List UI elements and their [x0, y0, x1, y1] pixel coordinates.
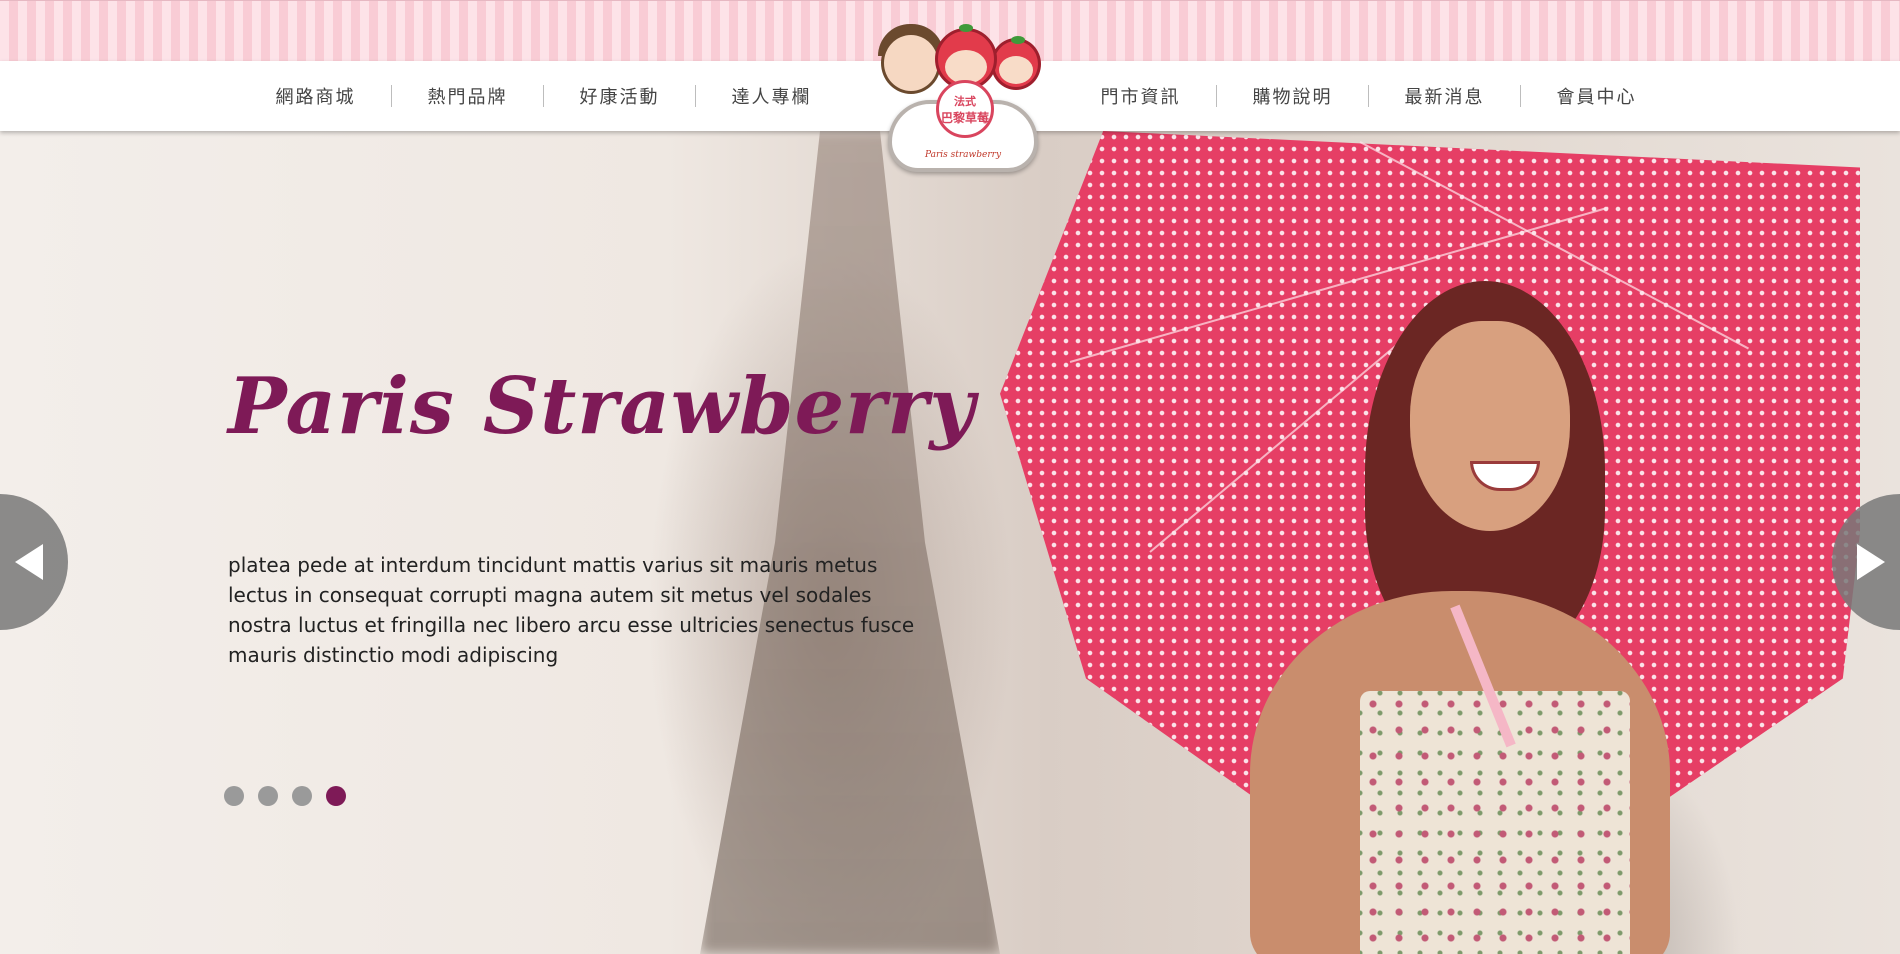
nav-item-expert-column[interactable]: 達人專欄 — [696, 61, 847, 131]
logo-leaf-icon — [1011, 36, 1025, 44]
background-eiffel-tower — [700, 131, 1000, 954]
slide-dot-1[interactable] — [224, 786, 244, 806]
nav-item-label: 熱門品牌 — [427, 87, 508, 108]
logo-character-girl — [881, 32, 941, 94]
nav-left-group: 網路商城 熱門品牌 好康活動 達人專欄 — [240, 61, 847, 131]
nav-item-label: 門市資訊 — [1100, 87, 1181, 108]
logo-character-face — [999, 56, 1033, 84]
nav-item-label: 購物說明 — [1252, 87, 1333, 108]
slide-dot-4-active[interactable] — [326, 786, 346, 806]
logo-leaf-icon — [959, 24, 973, 32]
logo-text-line2: 巴黎草莓 — [940, 110, 989, 125]
model-floral-dress — [1360, 691, 1630, 954]
nav-item-latest-news[interactable]: 最新消息 — [1369, 61, 1520, 131]
nav-item-promotions[interactable]: 好康活動 — [544, 61, 695, 131]
slider-prev-button[interactable] — [0, 494, 68, 630]
site-logo[interactable]: Paris strawberry 法式 巴黎草莓 — [873, 10, 1055, 175]
nav-item-label: 達人專欄 — [731, 87, 812, 108]
nav-item-popular-brands[interactable]: 熱門品牌 — [392, 61, 543, 131]
nav-right-group: 門市資訊 購物說明 最新消息 會員中心 — [1065, 61, 1672, 131]
nav-item-online-store[interactable]: 網路商城 — [240, 61, 391, 131]
nav-item-label: 會員中心 — [1556, 87, 1637, 108]
logo-character-face — [945, 50, 987, 84]
model-face — [1410, 321, 1570, 531]
nav-item-label: 最新消息 — [1404, 87, 1485, 108]
hero-slider: Paris Strawberry platea pede at interdum… — [0, 131, 1900, 954]
hero-description: platea pede at interdum tincidunt mattis… — [228, 553, 915, 667]
nav-item-label: 好康活動 — [579, 87, 660, 108]
nav-item-store-info[interactable]: 門市資訊 — [1065, 61, 1216, 131]
slide-dot-2[interactable] — [258, 786, 278, 806]
nav-item-label: 網路商城 — [275, 87, 356, 108]
logo-subtitle: Paris strawberry — [924, 150, 1002, 160]
logo-text-line1: 法式 — [954, 94, 976, 108]
slider-pagination — [224, 786, 346, 806]
chevron-right-icon — [1857, 544, 1885, 580]
nav-item-member-center[interactable]: 會員中心 — [1521, 61, 1672, 131]
nav-item-shopping-guide[interactable]: 購物說明 — [1217, 61, 1368, 131]
hero-title: Paris Strawberry — [228, 361, 976, 452]
chevron-left-icon — [15, 544, 43, 580]
logo-emblem: 法式 巴黎草莓 — [936, 80, 994, 138]
slide-dot-3[interactable] — [292, 786, 312, 806]
